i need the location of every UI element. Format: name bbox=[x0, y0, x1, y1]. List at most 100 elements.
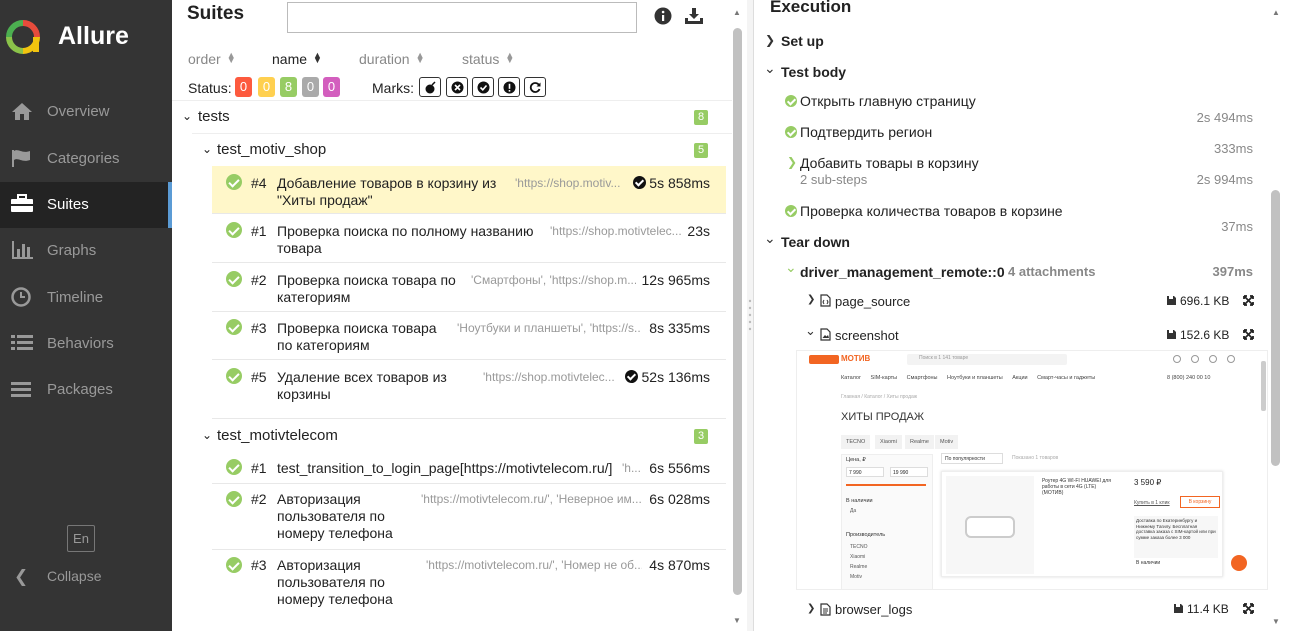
expand-icon[interactable] bbox=[1243, 295, 1254, 306]
attachment-name[interactable]: page_source bbox=[835, 294, 910, 309]
chevron-down-icon[interactable]: ⌄ bbox=[764, 230, 776, 247]
status-unknown-count[interactable]: 0 bbox=[323, 77, 340, 97]
info-icon[interactable] bbox=[654, 7, 672, 25]
sidebar-item-categories[interactable]: Categories bbox=[0, 136, 172, 182]
screenshot-stock-state: В наличии bbox=[1136, 560, 1161, 566]
table-row[interactable]: #1 test_transition_to_login_page[https:/… bbox=[212, 452, 726, 484]
screenshot-menu: Каталог SIM-карты Смартфоны Ноутбуки и п… bbox=[841, 375, 1095, 381]
mark-new-broken-button[interactable] bbox=[498, 77, 520, 97]
test-duration: 23s bbox=[687, 223, 710, 239]
table-row[interactable]: #3 Проверка поиска товара по категориям … bbox=[212, 312, 726, 360]
chevron-down-icon[interactable]: ⌄ bbox=[764, 60, 776, 77]
fixture-duration: 397ms bbox=[1212, 264, 1253, 279]
mark-new-failed-button[interactable] bbox=[446, 77, 468, 97]
sidebar-item-behaviors[interactable]: Behaviors bbox=[0, 321, 172, 367]
collapse-button[interactable]: Collapse bbox=[47, 568, 101, 584]
execution-pane: Execution ❯ Set up ⌄ Test body Открыть г… bbox=[753, 0, 1290, 631]
scroll-up-icon[interactable]: ▲ bbox=[1272, 8, 1280, 17]
status-passed-count[interactable]: 8 bbox=[280, 77, 297, 97]
sort-name[interactable]: name ▲ ▼ bbox=[272, 51, 322, 68]
sort-duration[interactable]: duration ▲ ▼ bbox=[359, 51, 425, 68]
table-row[interactable]: #4 Добавление товаров в корзину из "Хиты… bbox=[212, 166, 726, 214]
chevron-right-icon[interactable]: ❯ bbox=[787, 155, 797, 169]
setup-section[interactable]: Set up bbox=[781, 33, 824, 49]
status-failed-count[interactable]: 0 bbox=[235, 77, 252, 97]
test-name: Проверка поиска по полному названию това… bbox=[277, 223, 534, 256]
screenshot-buy-button: В корзину bbox=[1180, 496, 1220, 508]
status-broken-count[interactable]: 0 bbox=[258, 77, 275, 97]
attachment-name[interactable]: browser_logs bbox=[835, 602, 912, 617]
screenshot-product-card: Роутер 4G WI-FI HUAWEI для работы в сети… bbox=[941, 471, 1223, 577]
chevron-down-icon[interactable]: ⌄ bbox=[202, 428, 212, 442]
sort-order[interactable]: order ▲ ▼ bbox=[188, 51, 236, 68]
screenshot-brand-tab: Motiv bbox=[935, 435, 959, 449]
teardown-section[interactable]: Tear down bbox=[781, 234, 850, 250]
drag-handle-icon[interactable] bbox=[748, 298, 752, 334]
step-name[interactable]: Открыть главную страницу bbox=[800, 93, 976, 109]
chevron-down-icon[interactable]: ⌄ bbox=[805, 323, 816, 339]
screenshot-menu-item: Смарт-часы и гаджеты bbox=[1037, 375, 1096, 381]
table-row[interactable]: #1 Проверка поиска по полному названию т… bbox=[212, 214, 726, 263]
divider bbox=[192, 133, 732, 134]
router-icon bbox=[965, 516, 1015, 538]
chevron-down-icon[interactable]: ⌄ bbox=[182, 109, 192, 123]
test-params: 'Ноутбуки и планшеты', 'https://s... bbox=[457, 321, 640, 335]
search-input[interactable] bbox=[287, 2, 637, 33]
chevron-left-icon[interactable]: ❮ bbox=[14, 567, 28, 587]
download-icon[interactable] bbox=[684, 7, 704, 25]
tree-group-label[interactable]: test_motiv_shop bbox=[217, 141, 326, 158]
expand-icon[interactable] bbox=[1243, 329, 1254, 340]
sidebar-item-label: Graphs bbox=[47, 242, 97, 259]
test-name: Удаление всех товаров из корзины bbox=[277, 369, 447, 402]
scroll-up-icon[interactable]: ▲ bbox=[733, 8, 741, 17]
attachment-name[interactable]: screenshot bbox=[835, 328, 899, 343]
test-name: Проверка поиска товара по категориям bbox=[277, 272, 456, 305]
step-name[interactable]: Добавить товары в корзину bbox=[800, 155, 979, 171]
mark-retries-button[interactable] bbox=[524, 77, 546, 97]
scrollbar[interactable] bbox=[1271, 190, 1280, 466]
table-row[interactable]: #3 Авторизация пользователя по номеру те… bbox=[212, 550, 726, 616]
chevron-down-icon[interactable]: ⌄ bbox=[785, 259, 797, 276]
marks-filter-label: Marks: bbox=[372, 80, 414, 96]
sidebar-item-graphs[interactable]: Graphs bbox=[0, 228, 172, 274]
passed-icon bbox=[226, 222, 242, 238]
table-row[interactable]: #2 Авторизация пользователя по номеру те… bbox=[212, 484, 726, 550]
table-row[interactable]: #2 Проверка поиска товара по категориям … bbox=[212, 263, 726, 312]
screenshot-in-stock: В наличии bbox=[846, 498, 873, 504]
step-name[interactable]: Проверка количества товаров в корзине bbox=[800, 203, 1063, 219]
test-number: #5 bbox=[251, 369, 267, 385]
sidebar-item-timeline[interactable]: Timeline bbox=[0, 275, 172, 321]
test-name: Авторизация пользователя по номеру телеф… bbox=[277, 557, 393, 607]
scroll-down-icon[interactable]: ▼ bbox=[733, 616, 741, 625]
test-number: #4 bbox=[251, 175, 267, 191]
language-button[interactable]: En bbox=[67, 525, 95, 552]
mark-flaky-button[interactable] bbox=[419, 77, 441, 97]
chevron-right-icon[interactable]: ❯ bbox=[765, 33, 775, 47]
table-row[interactable]: #5 Удаление всех товаров из корзины 'htt… bbox=[212, 360, 726, 419]
expand-icon[interactable] bbox=[1243, 603, 1254, 614]
screenshot-menu-item: Ноутбуки и планшеты bbox=[947, 375, 1003, 381]
scrollbar[interactable] bbox=[733, 28, 742, 595]
screenshot-preview[interactable]: МОТИВ Поиск в 1 141 товаре Каталог SIM-к… bbox=[796, 350, 1268, 590]
screenshot-brand-tab: Xiaomi bbox=[875, 435, 902, 449]
mark-new-passed-button[interactable] bbox=[472, 77, 494, 97]
fixture-name[interactable]: driver_management_remote::0 bbox=[800, 264, 1005, 280]
chevron-down-icon[interactable]: ⌄ bbox=[202, 142, 212, 156]
chevron-right-icon[interactable]: ❯ bbox=[807, 603, 815, 614]
step-name[interactable]: Подтвердить регион bbox=[800, 124, 932, 140]
test-body-section[interactable]: Test body bbox=[781, 64, 846, 80]
test-params: 'Смартфоны', 'https://shop.m... bbox=[471, 273, 636, 287]
tree-group-label[interactable]: test_motivtelecom bbox=[217, 427, 338, 444]
chevron-right-icon[interactable]: ❯ bbox=[807, 294, 815, 305]
passed-icon bbox=[226, 557, 242, 573]
sidebar-item-suites[interactable]: Suites bbox=[0, 182, 172, 228]
sort-status[interactable]: status ▲ ▼ bbox=[462, 51, 514, 68]
tree-root-label[interactable]: tests bbox=[198, 108, 230, 125]
sidebar-item-overview[interactable]: Overview bbox=[0, 89, 172, 135]
scroll-down-icon[interactable]: ▼ bbox=[1272, 617, 1280, 626]
file-text-icon bbox=[820, 603, 831, 616]
screenshot-filters: Цена, ₽ 7 990 19 990 В наличии Да Произв… bbox=[841, 454, 933, 589]
passed-icon bbox=[226, 174, 242, 190]
sidebar-item-packages[interactable]: Packages bbox=[0, 367, 172, 413]
status-skipped-count[interactable]: 0 bbox=[302, 77, 319, 97]
